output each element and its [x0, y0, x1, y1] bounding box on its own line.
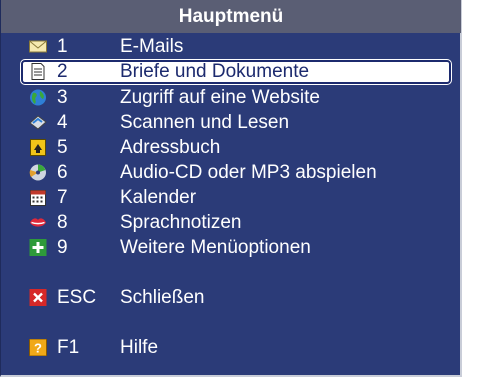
close-icon	[29, 289, 47, 306]
menu-item-label: Briefe und Dokumente	[120, 61, 310, 82]
cd-icon	[29, 164, 46, 181]
scanner-icon	[29, 115, 47, 130]
menu-item-key: ESC	[57, 287, 97, 308]
menu-item-key: F1	[57, 337, 80, 358]
document-icon	[31, 63, 45, 80]
menu-item-website[interactable]: 3 Zugriff auf eine Website	[21, 86, 453, 110]
svg-text:?: ?	[34, 341, 42, 356]
menu-title: Hauptmenü	[1, 0, 461, 33]
globe-icon	[30, 89, 46, 106]
menu-item-label: E-Mails	[120, 36, 184, 57]
menu-item-more-options[interactable]: 9 Weitere Menüoptionen	[21, 236, 453, 260]
menu-item-label: Adressbuch	[120, 137, 221, 158]
menu-item-label: Scannen und Lesen	[120, 112, 290, 133]
menu-item-address-book[interactable]: 5 Adressbuch	[21, 136, 453, 160]
main-menu-window: Hauptmenü 1 E-Mails 2 Briefe und Dokumen…	[0, 0, 462, 377]
address-book-icon	[30, 139, 46, 156]
menu-item-key: 7	[57, 187, 68, 208]
help-icon: ?	[29, 339, 47, 356]
menu-item-key: 4	[57, 112, 68, 133]
menu-item-label: Zugriff auf eine Website	[120, 87, 320, 108]
envelope-icon	[29, 40, 47, 53]
menu-item-label: Kalender	[120, 187, 197, 208]
menu-item-documents[interactable]: 2 Briefe und Dokumente	[20, 59, 452, 85]
menu-item-emails[interactable]: 1 E-Mails	[21, 35, 453, 59]
menu-item-close[interactable]: ESC Schließen	[21, 286, 453, 310]
menu-item-key: 2	[57, 61, 68, 82]
menu-item-label: Weitere Menüoptionen	[120, 237, 311, 258]
plus-icon	[29, 239, 47, 256]
lips-icon	[30, 218, 46, 227]
menu-item-key: 5	[57, 137, 68, 158]
menu-item-key: 8	[57, 212, 68, 233]
menu-item-audio-cd[interactable]: 6 Audio-CD oder MP3 abspielen	[21, 161, 453, 185]
menu-item-calendar[interactable]: 7 Kalender	[21, 186, 453, 210]
menu-item-key: 9	[57, 237, 68, 258]
menu-item-key: 3	[57, 87, 68, 108]
menu-item-label: Schließen	[120, 287, 205, 308]
menu-item-help[interactable]: ? F1 Hilfe	[21, 336, 453, 360]
menu-item-label: Audio-CD oder MP3 abspielen	[120, 162, 377, 183]
menu-item-key: 6	[57, 162, 68, 183]
menu-item-label: Hilfe	[120, 337, 159, 358]
calendar-icon	[30, 190, 46, 206]
menu-item-scan[interactable]: 4 Scannen und Lesen	[21, 111, 453, 135]
menu-item-voice-notes[interactable]: 8 Sprachnotizen	[21, 211, 453, 235]
menu-item-key: 1	[57, 36, 68, 57]
menu-item-label: Sprachnotizen	[120, 212, 242, 233]
